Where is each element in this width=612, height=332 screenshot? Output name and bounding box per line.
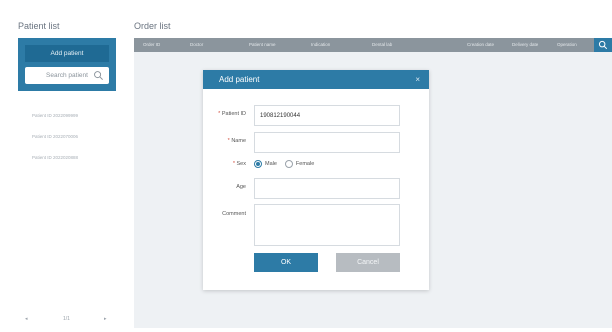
- column-header: Delivery date: [512, 42, 539, 47]
- patient-list-item[interactable]: Patient ID 2022020888: [32, 155, 78, 160]
- male-radio[interactable]: [254, 160, 262, 168]
- prev-page-icon[interactable]: ◂: [25, 316, 28, 322]
- column-header: Doctor: [190, 42, 204, 47]
- search-patient-placeholder: Search patient: [46, 72, 88, 79]
- patient-list: Patient ID 2022099999 Patient ID 2022070…: [18, 91, 116, 311]
- add-patient-button[interactable]: Add patient: [25, 45, 109, 62]
- column-header: Order ID: [143, 42, 161, 47]
- search-icon: [598, 40, 608, 50]
- order-list-title: Order list: [134, 21, 171, 31]
- patient-list-item[interactable]: Patient ID 2022070006: [32, 134, 78, 139]
- patient-pager: ◂ 1/1 ▸: [18, 311, 116, 328]
- column-header: Operation: [557, 42, 577, 47]
- male-option-label: Male: [265, 161, 277, 167]
- order-search-button[interactable]: [594, 38, 612, 52]
- sex-radio-group: Male Female: [254, 159, 314, 169]
- name-label: * Name: [227, 138, 246, 144]
- close-icon[interactable]: ×: [415, 75, 420, 84]
- column-header: Dental lab: [372, 42, 393, 47]
- age-label: Age: [236, 184, 246, 190]
- column-header: Patient name: [249, 42, 276, 47]
- sex-label: * Sex: [232, 161, 246, 167]
- patient-list-title: Patient list: [18, 21, 60, 31]
- name-field[interactable]: [254, 132, 400, 153]
- page-indicator: 1/1: [63, 316, 70, 322]
- dialog-header: Add patient ×: [203, 70, 429, 89]
- cancel-button[interactable]: Cancel: [336, 253, 400, 272]
- female-option-label: Female: [295, 161, 315, 167]
- dialog-title: Add patient: [219, 75, 260, 84]
- ok-button[interactable]: OK: [254, 253, 318, 272]
- patient-list-item[interactable]: Patient ID 2022099999: [32, 113, 78, 118]
- add-patient-dialog: Add patient × * Patient ID 190812190044 …: [203, 70, 429, 290]
- patient-list-header: Add patient Search patient: [18, 38, 116, 91]
- column-header: Indication: [311, 42, 331, 47]
- comment-label: Comment: [222, 211, 246, 217]
- next-page-icon[interactable]: ▸: [104, 316, 107, 322]
- column-header: Creation date: [467, 42, 495, 47]
- search-icon[interactable]: [93, 70, 104, 81]
- patient-id-field[interactable]: 190812190044: [254, 105, 400, 126]
- comment-textarea[interactable]: [254, 204, 400, 246]
- patient-list-panel: Add patient Search patient Patient ID 20…: [18, 38, 116, 328]
- patient-id-label: * Patient ID: [218, 111, 246, 117]
- order-table-header: Order ID Doctor Patient name Indication …: [134, 38, 594, 52]
- search-patient-input[interactable]: Search patient: [25, 67, 109, 84]
- age-field[interactable]: [254, 178, 400, 199]
- female-radio[interactable]: [284, 160, 293, 168]
